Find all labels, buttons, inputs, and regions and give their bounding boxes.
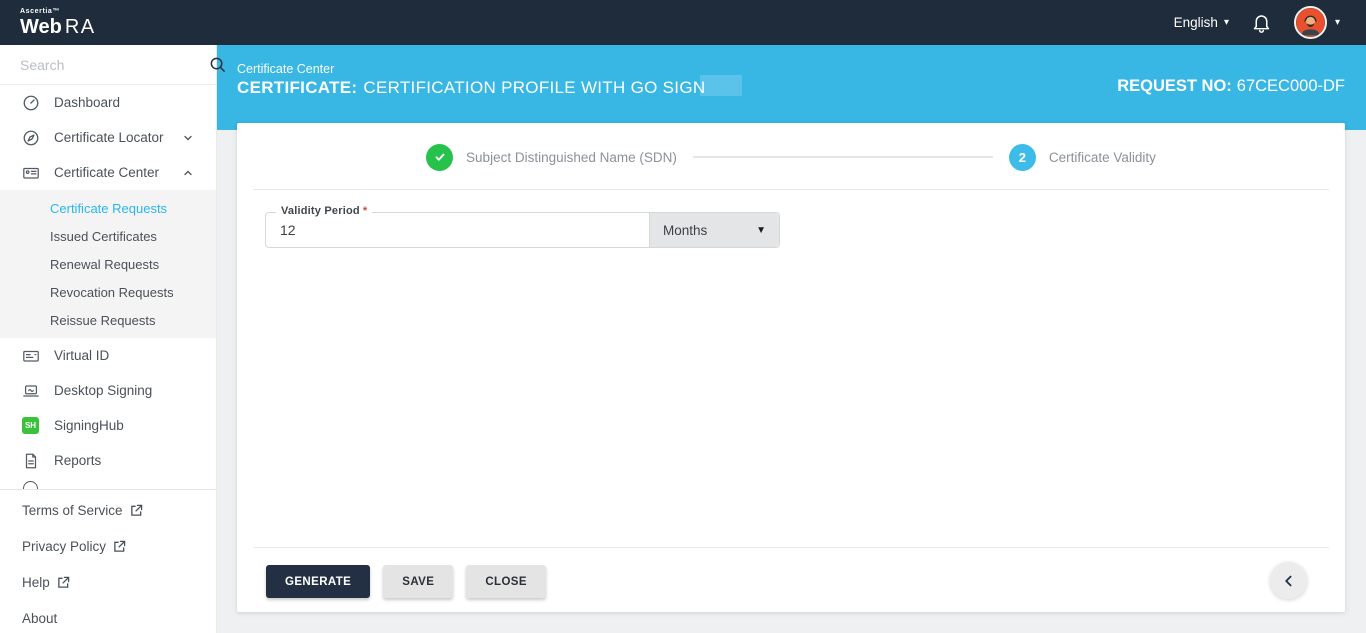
- request-number-label: REQUEST NO:: [1117, 77, 1232, 95]
- chevron-up-icon: [182, 167, 194, 179]
- page-title-label: CERTIFICATE:: [237, 78, 358, 97]
- step-2-label: Certificate Validity: [1048, 149, 1156, 165]
- sidebar-item-desktop-signing[interactable]: Desktop Signing: [0, 373, 216, 408]
- user-menu[interactable]: ▾: [1293, 6, 1340, 39]
- logo-product-text: Web RA: [20, 16, 96, 38]
- top-navbar: Ascertia™ Web RA English ▾ ▾: [0, 0, 1366, 45]
- compass-icon: [22, 129, 40, 147]
- step-2-number-badge: 2: [1008, 143, 1036, 171]
- avatar: [1293, 6, 1327, 39]
- sidebar: Dashboard Certificate Locator Certificat…: [0, 45, 225, 633]
- laptop-signing-icon: [22, 382, 40, 400]
- close-button[interactable]: CLOSE: [466, 565, 546, 598]
- sidebar-item-label: SigningHub: [54, 418, 124, 433]
- sidebar-item-label: Virtual ID: [54, 348, 110, 363]
- sidebar-item-label: Desktop Signing: [54, 383, 153, 398]
- certificate-center-submenu: Certificate Requests Issued Certificates…: [0, 190, 216, 338]
- signinghub-badge-icon: SH: [22, 417, 40, 435]
- external-link-icon: [130, 504, 143, 517]
- page-title: CERTIFICATE: CERTIFICATION PROFILE WITH G…: [237, 78, 705, 98]
- submenu-item-revocation-requests[interactable]: Revocation Requests: [0, 278, 216, 306]
- sidebar-item-label: Dashboard: [54, 95, 121, 110]
- request-number: REQUEST NO: 67CEC000-DF: [1117, 77, 1345, 96]
- validity-period-field-group: Validity Period* Months ▼: [265, 205, 780, 248]
- dashboard-gauge-icon: [22, 94, 40, 112]
- link-terms-of-service[interactable]: Terms of Service: [0, 492, 216, 528]
- required-asterisk: *: [362, 205, 368, 217]
- step-complete-check-icon: [426, 143, 454, 171]
- breadcrumb: Certificate Center: [237, 62, 335, 76]
- sidebar-search: [0, 45, 225, 85]
- sidebar-item-virtual-id[interactable]: Virtual ID: [0, 338, 216, 373]
- validity-unit-select[interactable]: Months ▼: [649, 213, 779, 247]
- step-2-certificate-validity[interactable]: 2 Certificate Validity: [1008, 143, 1156, 171]
- request-number-value: 67CEC000-DF: [1236, 77, 1345, 95]
- virtual-id-card-icon: [22, 347, 40, 365]
- sidebar-item-reports[interactable]: Reports: [0, 443, 216, 478]
- language-selector[interactable]: English ▾: [1174, 15, 1229, 30]
- step-1-sdn[interactable]: Subject Distinguished Name (SDN): [426, 143, 677, 171]
- chevron-down-icon: [182, 132, 194, 144]
- step-1-label: Subject Distinguished Name (SDN): [466, 149, 677, 165]
- caret-down-icon: ▾: [1334, 17, 1340, 28]
- logo-company-text: Ascertia™: [20, 8, 61, 15]
- sidebar-item-label: Certificate Locator: [54, 130, 164, 145]
- page-header-band: Certificate Center CERTIFICATE: CERTIFICA…: [217, 45, 1366, 130]
- chevron-left-icon: [1281, 573, 1297, 589]
- submenu-item-certificate-requests[interactable]: Certificate Requests: [0, 194, 216, 222]
- id-card-icon: [22, 164, 40, 182]
- wizard-card: Subject Distinguished Name (SDN) 2 Certi…: [237, 123, 1345, 612]
- external-link-icon: [113, 540, 126, 553]
- stepper-divider: [253, 189, 1329, 190]
- wizard-stepper: Subject Distinguished Name (SDN) 2 Certi…: [237, 143, 1345, 171]
- webra-logo[interactable]: Ascertia™ Web RA: [20, 8, 96, 37]
- link-privacy-policy[interactable]: Privacy Policy: [0, 528, 216, 564]
- link-help[interactable]: Help: [0, 564, 216, 600]
- link-about[interactable]: About: [0, 600, 216, 633]
- stepper-connector: [692, 156, 993, 158]
- language-label: English: [1173, 15, 1218, 30]
- sidebar-item-dashboard[interactable]: Dashboard: [0, 85, 216, 120]
- submenu-item-renewal-requests[interactable]: Renewal Requests: [0, 250, 216, 278]
- generate-button[interactable]: GENERATE: [266, 565, 371, 598]
- sidebar-item-certificate-center[interactable]: Certificate Center: [0, 155, 216, 190]
- topbar-actions: English ▾ ▾: [1174, 6, 1340, 39]
- submenu-item-reissue-requests[interactable]: Reissue Requests: [0, 306, 216, 334]
- sidebar-footer: Terms of Service Privacy Policy Help Abo…: [0, 489, 216, 633]
- title-highlight: [700, 75, 742, 96]
- sidebar-item-certificate-locator[interactable]: Certificate Locator: [0, 120, 216, 155]
- page-title-value: CERTIFICATION PROFILE WITH GO SIGN: [363, 78, 706, 97]
- validity-period-input[interactable]: [266, 213, 649, 247]
- validity-unit-value: Months: [663, 222, 708, 238]
- validity-period-label: Validity Period *: [276, 205, 373, 217]
- notifications-bell-icon[interactable]: [1251, 12, 1272, 34]
- sidebar-item-label: Reports: [54, 453, 102, 468]
- save-button[interactable]: SAVE: [383, 565, 454, 598]
- sidebar-item-signinghub[interactable]: SH SigningHub: [0, 408, 216, 443]
- external-link-icon: [57, 576, 70, 589]
- submenu-item-issued-certificates[interactable]: Issued Certificates: [0, 222, 216, 250]
- report-document-icon: [22, 452, 40, 470]
- back-step-button[interactable]: [1270, 562, 1307, 599]
- caret-down-icon: ▾: [1223, 17, 1229, 28]
- sidebar-item-label: Certificate Center: [54, 165, 160, 180]
- actions-divider: [253, 547, 1329, 548]
- action-buttons: GENERATE SAVE CLOSE: [266, 565, 546, 598]
- main-content: Certificate Center CERTIFICATE: CERTIFICA…: [217, 45, 1366, 633]
- search-icon[interactable]: [209, 56, 226, 73]
- search-input[interactable]: [20, 56, 201, 73]
- dropdown-caret-icon: ▼: [756, 224, 766, 236]
